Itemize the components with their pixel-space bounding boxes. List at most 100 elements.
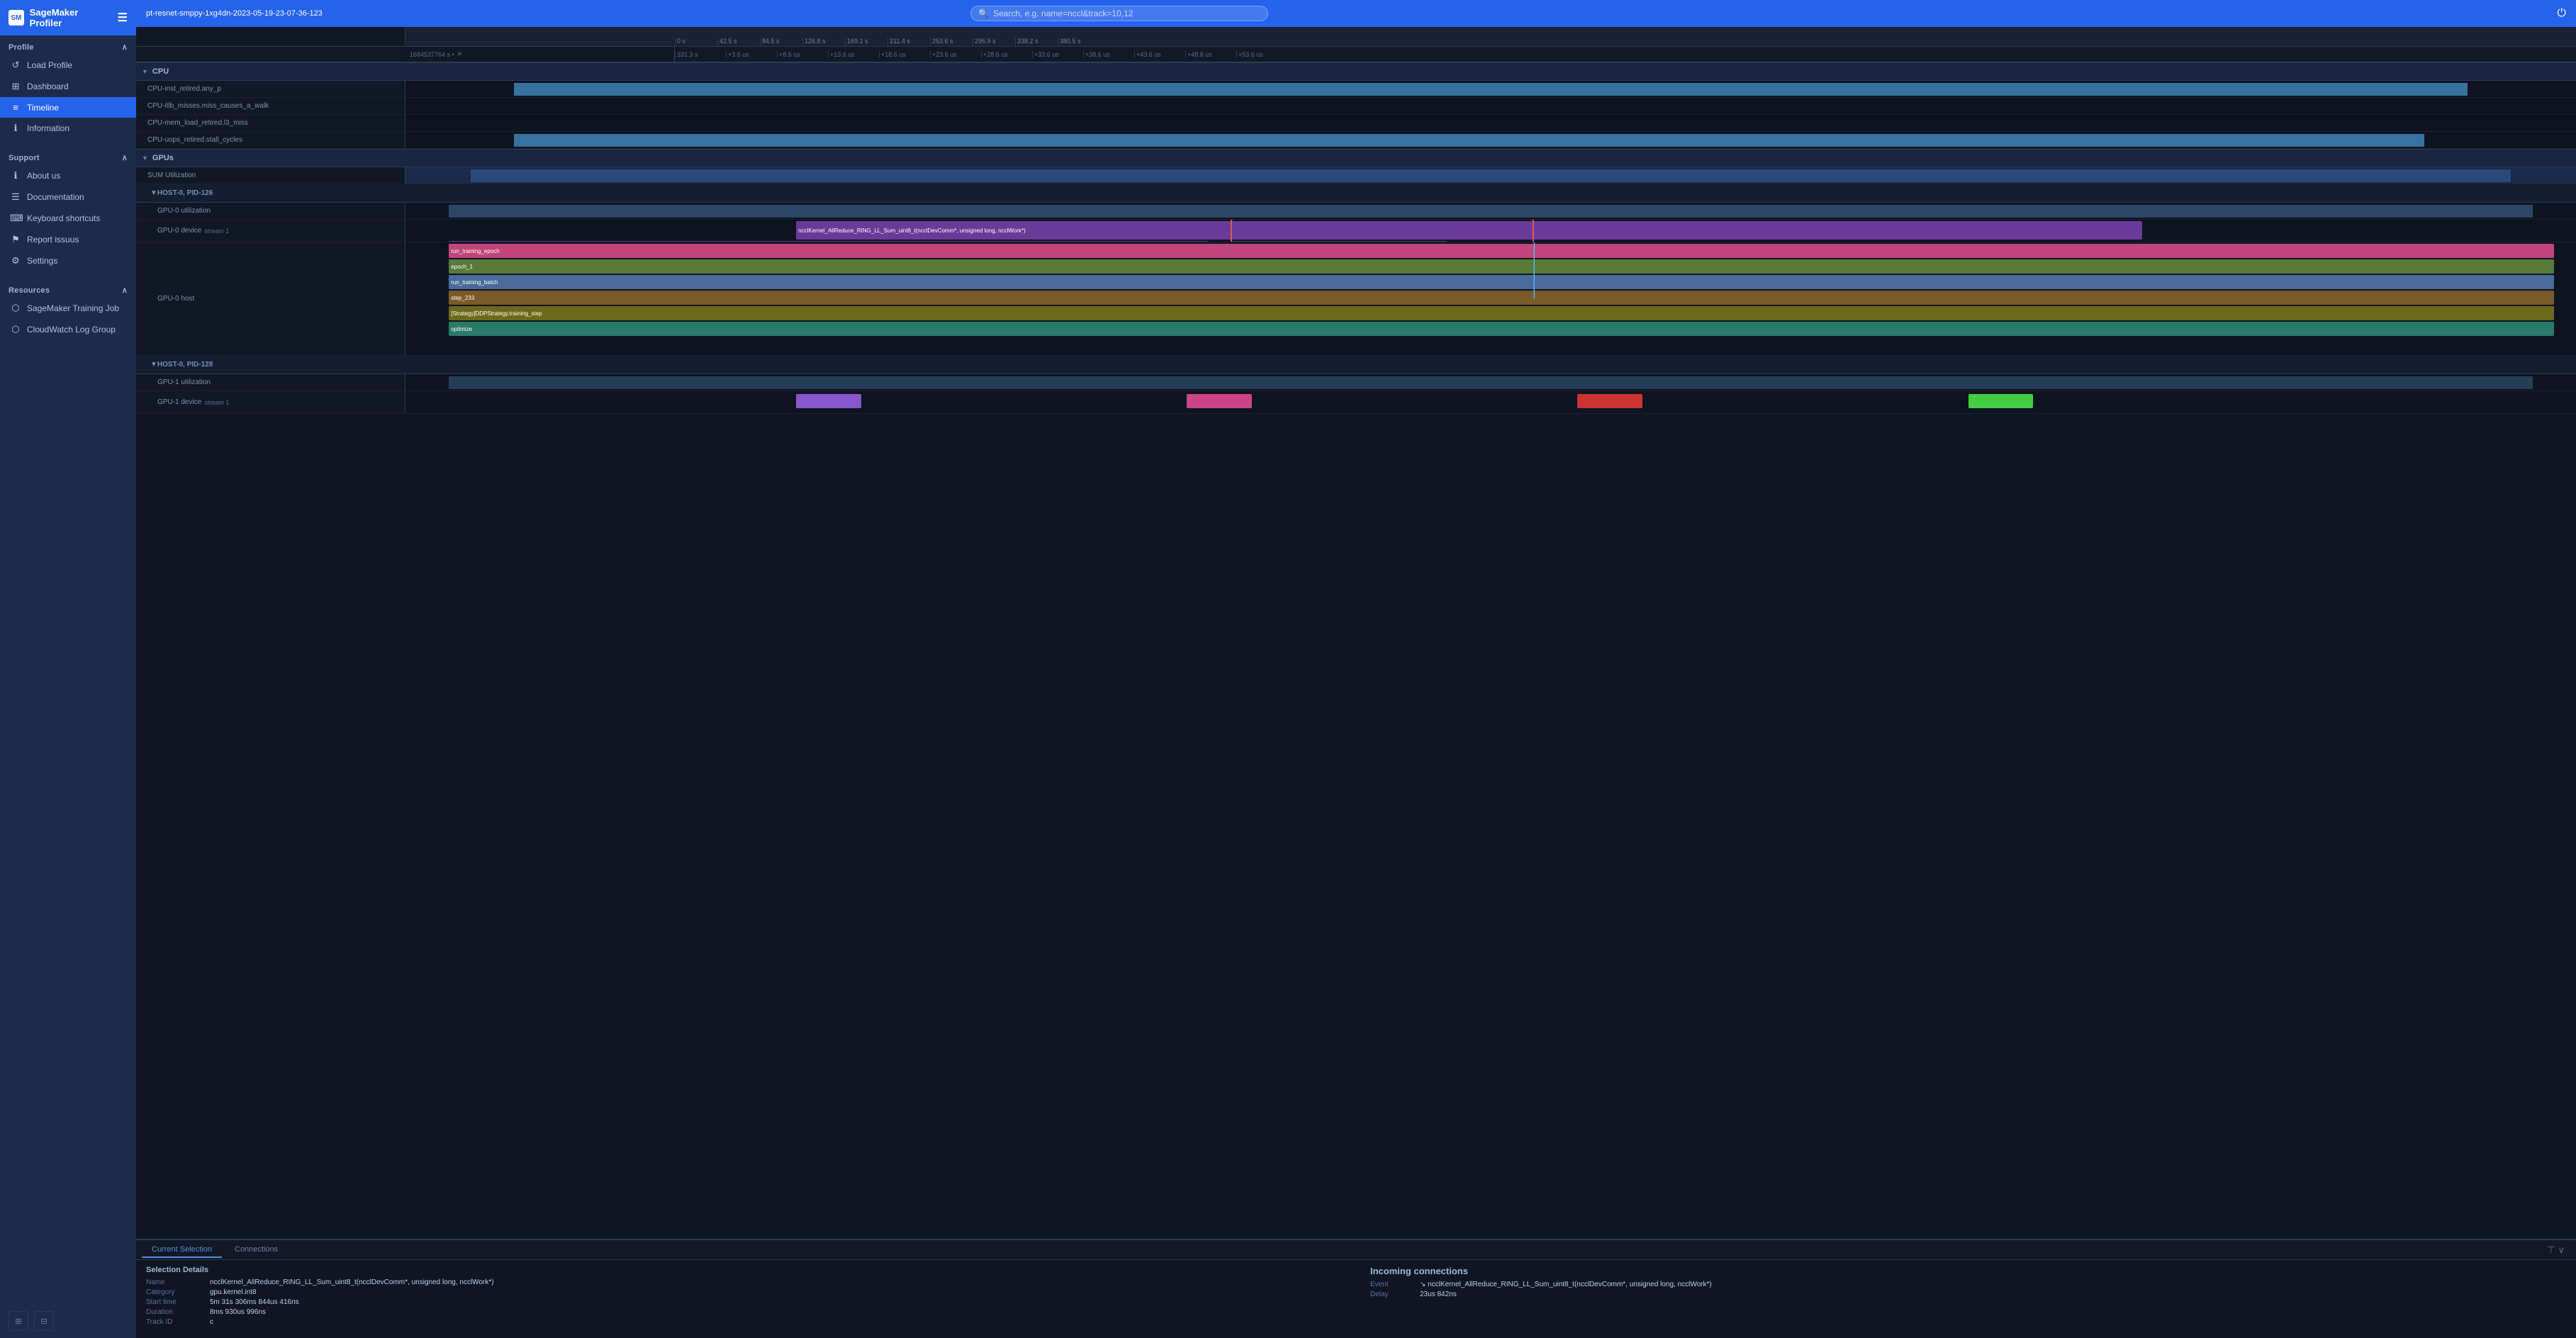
sidebar-item-label: Timeline	[27, 103, 59, 113]
tick-7: 295.9 s	[973, 38, 1015, 46]
sidebar-item-keyboard-shortcuts[interactable]: ⌨ Keyboard shortcuts	[0, 208, 136, 229]
support-collapse-icon[interactable]: ∧	[122, 153, 128, 162]
report-icon: ⚑	[10, 234, 21, 245]
power-icon[interactable]: ⏻	[2557, 7, 2566, 20]
track-canvas[interactable]	[405, 98, 2576, 114]
search-icon: 🔍	[978, 9, 989, 18]
filter-icon[interactable]: ⊤	[2547, 1244, 2555, 1256]
gpu0-device-container: GPU-0 device stream 1 ncclKernel_AllRedu…	[136, 220, 2576, 242]
conn-delay-label: Delay	[1370, 1291, 1413, 1298]
detail-trackid-value: c	[210, 1318, 213, 1326]
sidebar-item-label: SageMaker Training Job	[27, 303, 119, 313]
sidebar-footer: ⊞ ⊟	[0, 1304, 136, 1338]
ddp-strategy-bar[interactable]: [Strategy]DDPStrategy.training_step	[449, 306, 2554, 320]
close-icon[interactable]: ✕	[457, 50, 463, 58]
gpu1-event-4[interactable]	[1969, 394, 2034, 408]
gpu-expand-icon: ▼	[142, 154, 148, 162]
detail-category-value: gpu.kernel.int8	[210, 1288, 257, 1296]
gpu1-device-canvas[interactable]	[405, 391, 2576, 413]
gpu0-host-container: GPU-0 host run_training_epoch epoch_1 ru…	[136, 242, 2576, 356]
gpu0-host-canvas[interactable]: run_training_epoch epoch_1 run_training_…	[405, 242, 2576, 355]
sidebar-item-dashboard[interactable]: ⊞ Dashboard	[0, 76, 136, 97]
epoch-bar[interactable]: epoch_1	[449, 259, 2554, 274]
track-canvas[interactable]	[405, 132, 2576, 148]
search-input[interactable]	[993, 9, 1260, 18]
stream1-nccl-bar[interactable]: ncclKernel_AllReduce_RING_LL_Sum_uint8_t…	[449, 241, 1209, 242]
track-canvas[interactable]	[405, 115, 2576, 131]
detail-starttime-value: 5m 31s 306ms 844us 416ns	[210, 1298, 299, 1306]
run-training-epoch-bar[interactable]: run_training_epoch	[449, 244, 2554, 258]
sidebar: SM SageMaker Profiler ☰ Profile ∧ ↺ Load…	[0, 0, 136, 1338]
nccl-kernel-bar[interactable]: ncclKernel_AllReduce_RING_LL_Sum_uint8_t…	[796, 221, 2141, 240]
detail-trackid-row: Track ID c	[146, 1318, 1342, 1326]
information-icon: ℹ	[10, 123, 21, 134]
sidebar-item-sagemaker-training[interactable]: ⬡ SageMaker Training Job	[0, 298, 136, 319]
host0-header[interactable]: ▼ HOST-0, PID-126	[136, 184, 2576, 203]
footer-icon-1[interactable]: ⊞	[9, 1311, 28, 1331]
detail-trackid-label: Track ID	[146, 1318, 203, 1326]
optimize-bar[interactable]: optimize	[449, 322, 2554, 336]
sidebar-item-label: Keyboard shortcuts	[27, 213, 100, 223]
gpu1-util-canvas[interactable]	[405, 374, 2576, 390]
gpu0-stream1-canvas[interactable]: ncclKernel_AllReduce_RING_LL_Sum_uint8_t…	[405, 220, 2576, 242]
time-ruler: 0 s 42.5 s 84.5 s 126.8 s 169.1 s 211.4 …	[136, 27, 2576, 47]
cpu-expand-icon: ▼	[142, 68, 148, 75]
stream1-nccl-bar2[interactable]: {ncclDev...	[1231, 241, 1447, 242]
track-row: CPU-uops_retired.stall_cycles	[136, 132, 2576, 149]
sum-util-canvas[interactable]	[405, 167, 2576, 184]
sidebar-item-documentation[interactable]: ☰ Documentation	[0, 186, 136, 208]
gpu1-device-label: GPU-1 device stream 1	[136, 391, 405, 413]
sidebar-item-load-profile[interactable]: ↺ Load Profile	[0, 55, 136, 76]
detail-name-value: ncclKernel_AllReduce_RING_LL_Sum_uint8_t…	[210, 1278, 494, 1286]
gpu-section-header[interactable]: ▼ GPUs	[136, 149, 2576, 167]
tick-2: 84.5 s	[760, 38, 802, 46]
footer-icon-2[interactable]: ⊟	[34, 1311, 54, 1331]
profile-section-label: Profile ∧	[0, 35, 136, 55]
tick-8: 338.2 s	[1015, 38, 1058, 46]
sidebar-item-settings[interactable]: ⚙ Settings	[0, 250, 136, 271]
bottom-panel: Current Selection Connections ⊤ ∨ Select…	[136, 1239, 2576, 1338]
sidebar-item-information[interactable]: ℹ Information	[0, 118, 136, 139]
gpu1-event-3[interactable]	[1577, 394, 1642, 408]
dashboard-icon: ⊞	[10, 81, 21, 92]
gpu1-event-1[interactable]	[796, 394, 861, 408]
gpu0-util-canvas[interactable]	[405, 203, 2576, 219]
resources-collapse-icon[interactable]: ∧	[122, 286, 128, 295]
menu-icon[interactable]: ☰	[118, 11, 128, 25]
selection-details: Selection Details Name ncclKernel_AllRed…	[146, 1266, 1342, 1332]
app-header: SM SageMaker Profiler ☰	[0, 0, 136, 35]
cpu-section-header[interactable]: ▼ CPU	[136, 62, 2576, 81]
ruler-ticks: 0 s 42.5 s 84.5 s 126.8 s 169.1 s 211.4 …	[675, 27, 2576, 46]
gpu1-util-row: GPU-1 utilization	[136, 374, 2576, 391]
sidebar-item-cloudwatch[interactable]: ⬡ CloudWatch Log Group	[0, 319, 136, 340]
tick-4: 169.1 s	[845, 38, 887, 46]
chevron-down-icon[interactable]: ∨	[2558, 1244, 2565, 1256]
profile-collapse-icon[interactable]: ∧	[122, 43, 128, 52]
sidebar-item-label: Documentation	[27, 192, 84, 202]
run-training-batch-bar[interactable]: run_training_batch	[449, 275, 2554, 289]
step-bar[interactable]: step_233	[449, 291, 2554, 305]
ztick-8: +33.6 us	[1032, 51, 1083, 58]
detail-name-label: Name	[146, 1278, 203, 1286]
incoming-connections: Incoming connections Event ↘ ncclKernel_…	[1370, 1266, 2566, 1332]
track-canvas[interactable]	[405, 81, 2576, 97]
sidebar-item-report-issues[interactable]: ⚑ Report issuus	[0, 229, 136, 250]
sum-util-bar	[471, 169, 2511, 182]
sum-util-row: SUM Utilization	[136, 167, 2576, 184]
host1-header[interactable]: ▼ HOST-0, PID-128	[136, 356, 2576, 374]
epoch-label: epoch_1	[451, 264, 473, 270]
search-bar[interactable]: 🔍	[970, 6, 1268, 21]
cpu-section-label: CPU	[152, 67, 169, 76]
gpu1-event-2[interactable]	[1187, 394, 1252, 408]
timeline-body[interactable]: ▼ CPU CPU-inst_retired.any_p CPU-itlb_mi…	[136, 62, 2576, 1239]
sidebar-item-about-us[interactable]: ℹ About us	[0, 165, 136, 186]
detail-duration-label: Duration	[146, 1308, 203, 1316]
ddp-label: [Strategy]DDPStrategy.training_step	[451, 310, 542, 317]
topbar: pt-resnet-smppy-1xg4dn-2023-05-19-23-07-…	[136, 0, 2576, 27]
tab-current-selection[interactable]: Current Selection	[142, 1242, 222, 1258]
timeline-area: 0 s 42.5 s 84.5 s 126.8 s 169.1 s 211.4 …	[136, 27, 2576, 1338]
ztick-10: +43.6 us	[1134, 51, 1185, 58]
keyboard-icon: ⌨	[10, 213, 21, 224]
sidebar-item-timeline[interactable]: ≡ Timeline	[0, 97, 136, 118]
tab-connections[interactable]: Connections	[225, 1242, 288, 1258]
